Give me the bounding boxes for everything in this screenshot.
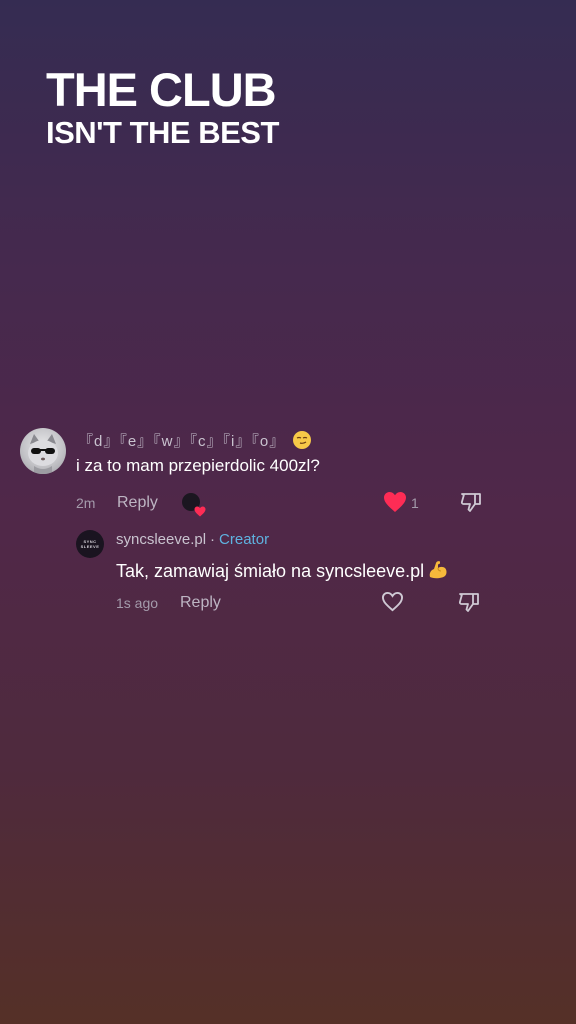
reply-time: 1s ago [116,595,159,611]
thumbs-down-icon [458,593,479,612]
comment-like-button[interactable] [383,491,407,518]
comment-reply-button[interactable]: Reply [117,494,158,512]
heart-filled-icon [384,492,406,512]
comment-text: i za to mam przepierdolic 400zl? [76,456,320,475]
reply-username: syncsleeve.pl [116,531,207,548]
reply-text: Tak, zamawiaj śmiało na syncsleeve.pl [116,561,425,581]
reply-like-button[interactable] [381,591,404,617]
cat-with-sunglasses-icon [28,434,58,474]
video-headline: THE CLUB ISN'T THE BEST [46,66,279,150]
reply-dislike-button[interactable] [457,590,481,619]
commenter-username[interactable]: 『d』『e』『w』『c』『i』『o』 [78,430,312,451]
separator-dot: · [210,531,216,548]
comment-time: 2m [76,495,96,511]
comment-like-count: 1 [411,495,419,511]
heart-outline-icon [381,591,404,612]
commenter-username-text: 『d』『e』『w』『c』『i』『o』 [78,433,286,450]
thumbs-down-icon [460,493,481,512]
reply-text-row: Tak, zamawiaj śmiało na syncsleeve.pl [116,557,450,586]
creator-badge: Creator [219,531,270,548]
headline-line-2: ISN'T THE BEST [46,115,279,150]
creator-avatar[interactable]: SYNC SLEEVE [76,530,104,558]
flexed-biceps-icon [426,557,450,586]
mini-heart-icon [194,506,206,517]
smirking-face-icon [293,431,312,449]
creator-avatar-text-2: SLEEVE [80,544,100,549]
commenter-avatar[interactable] [20,428,66,474]
headline-line-1: THE CLUB [46,63,277,116]
reply-reply-button[interactable]: Reply [180,594,221,612]
reply-username-row[interactable]: syncsleeve.pl · Creator [116,531,269,548]
creator-liked-badge [182,493,206,517]
comment-dislike-button[interactable] [459,490,483,519]
